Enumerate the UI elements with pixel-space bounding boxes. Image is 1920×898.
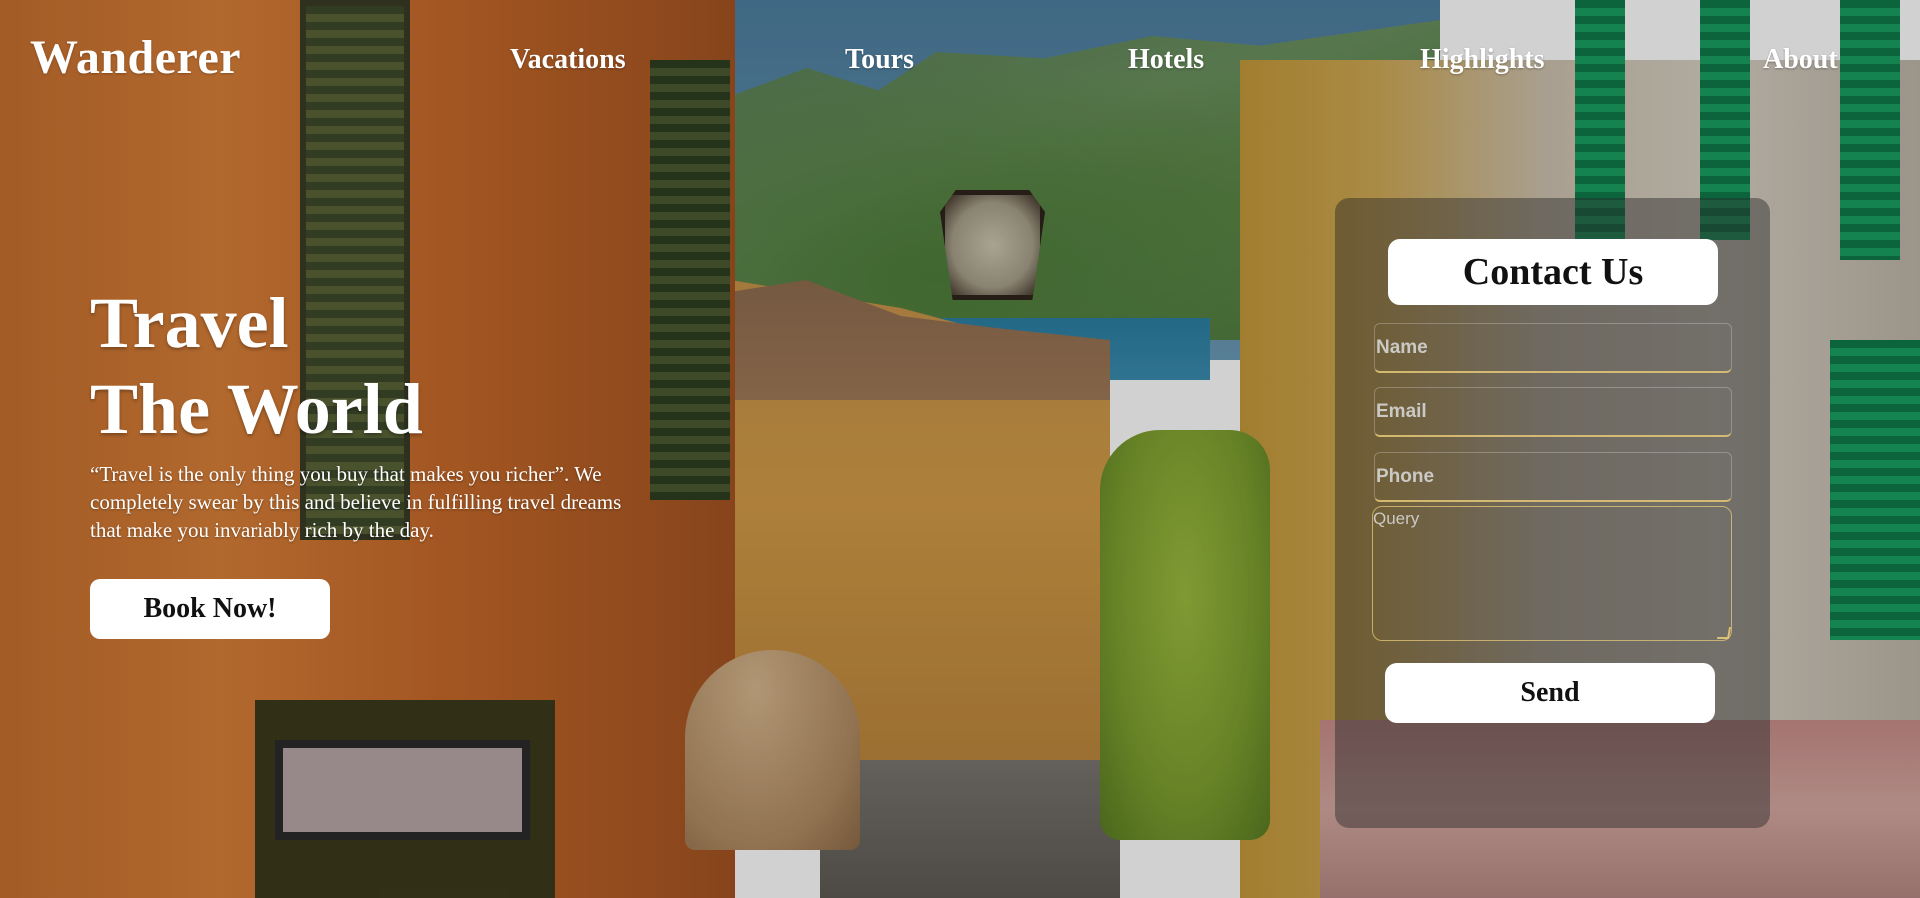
query-placeholder: Query	[1373, 509, 1420, 528]
nav-about[interactable]: About	[1763, 44, 1838, 76]
hero-title: Travel The World	[90, 280, 423, 452]
send-button[interactable]: Send	[1385, 663, 1715, 723]
hero-title-line2: The World	[90, 369, 423, 449]
hero-description: “Travel is the only thing you buy that m…	[90, 462, 622, 542]
phone-field[interactable]	[1374, 452, 1732, 502]
name-field[interactable]	[1374, 323, 1732, 373]
nav-hotels[interactable]: Hotels	[1128, 44, 1204, 76]
nav-tours[interactable]: Tours	[845, 44, 914, 76]
contact-title: Contact Us	[1388, 239, 1718, 305]
nav-vacations[interactable]: Vacations	[510, 44, 626, 76]
resize-handle-icon[interactable]	[1716, 627, 1732, 639]
logo[interactable]: Wanderer	[30, 30, 241, 85]
nav-highlights[interactable]: Highlights	[1420, 44, 1544, 76]
hero-title-line1: Travel	[90, 283, 289, 363]
email-field[interactable]	[1374, 387, 1732, 437]
query-field[interactable]	[1372, 506, 1732, 641]
book-now-button[interactable]: Book Now!	[90, 579, 330, 639]
page: Wanderer Vacations Tours Hotels Highligh…	[0, 0, 1920, 898]
